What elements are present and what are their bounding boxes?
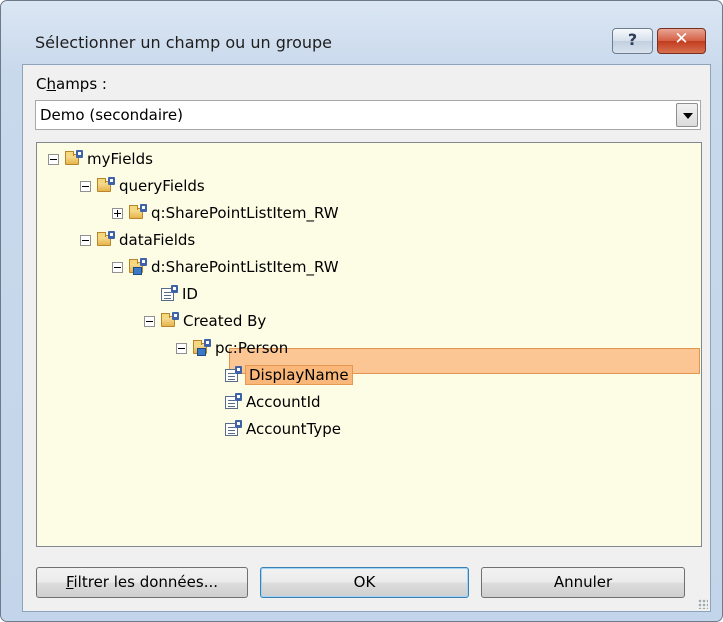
field-tree[interactable]: myFields queryFields q:SharePointListItem_… [36, 142, 702, 547]
dialog-window: Sélectionner un champ ou un groupe ? ✕ C… [0, 0, 723, 622]
tree-node-label: Created By [183, 312, 267, 330]
folder-link-icon [193, 339, 211, 357]
tree-node[interactable]: q:SharePointListItem_RW [112, 201, 339, 225]
close-button[interactable]: ✕ [657, 28, 706, 54]
ok-button[interactable]: OK [260, 567, 469, 598]
tree-node[interactable]: d:SharePointListItem_RW [112, 255, 339, 279]
tree-node-label: AccountId [246, 393, 321, 411]
chevron-down-icon[interactable] [676, 103, 698, 127]
tree-node-label: AccountType [246, 420, 342, 438]
collapse-icon[interactable] [144, 315, 155, 327]
tree-node[interactable]: dataFields [80, 228, 195, 252]
folder-icon [97, 231, 115, 249]
help-button[interactable]: ? [612, 28, 653, 54]
tree-node-label: ID [182, 285, 198, 303]
cancel-button[interactable]: Annuler [481, 567, 685, 598]
collapse-icon[interactable] [112, 261, 123, 273]
tree-node[interactable]: pc:Person [176, 336, 288, 360]
collapse-icon[interactable] [80, 234, 91, 246]
tree-node-label: q:SharePointListItem_RW [151, 204, 339, 222]
tree-node[interactable]: queryFields [80, 174, 205, 198]
data-source-dropdown[interactable]: Demo (secondaire) [35, 100, 701, 130]
tree-node[interactable]: AccountType [224, 417, 341, 441]
tree-node[interactable]: Created By [144, 309, 266, 333]
expand-icon[interactable] [112, 207, 123, 219]
tree-node-label: DisplayName [245, 365, 353, 385]
help-icon: ? [627, 30, 638, 49]
tree-node[interactable]: myFields [48, 147, 153, 171]
filter-data-button[interactable]: Filtrer les données... [36, 567, 248, 598]
close-icon: ✕ [674, 29, 689, 49]
fields-label: Champs : [36, 75, 107, 93]
data-source-value: Demo (secondaire) [40, 106, 183, 124]
collapse-icon[interactable] [80, 180, 91, 192]
tree-node-label: d:SharePointListItem_RW [151, 258, 339, 276]
tree-node[interactable]: DisplayName [224, 363, 353, 387]
folder-icon [97, 177, 115, 195]
field-icon [224, 393, 242, 411]
tree-node-label: dataFields [119, 231, 196, 249]
dialog-body: Champs : Demo (secondaire) myFields query… [22, 64, 711, 612]
tree-node-label: queryFields [119, 177, 205, 195]
title-bar[interactable]: Sélectionner un champ ou un groupe ? ✕ [1, 1, 722, 63]
folder-icon [65, 150, 83, 168]
folder-link-icon [129, 258, 147, 276]
tree-node[interactable]: ID [160, 282, 198, 306]
field-icon [160, 285, 178, 303]
dialog-title: Sélectionner un champ ou un groupe [35, 33, 333, 52]
field-icon [224, 366, 242, 384]
folder-icon [129, 204, 147, 222]
tree-node-label: pc:Person [215, 339, 289, 357]
tree-node[interactable]: AccountId [224, 390, 321, 414]
collapse-icon[interactable] [176, 342, 187, 354]
collapse-icon[interactable] [48, 153, 59, 165]
tree-node-label: myFields [87, 150, 153, 168]
resize-grip[interactable] [698, 599, 708, 609]
field-icon [224, 420, 242, 438]
folder-icon [161, 312, 179, 330]
